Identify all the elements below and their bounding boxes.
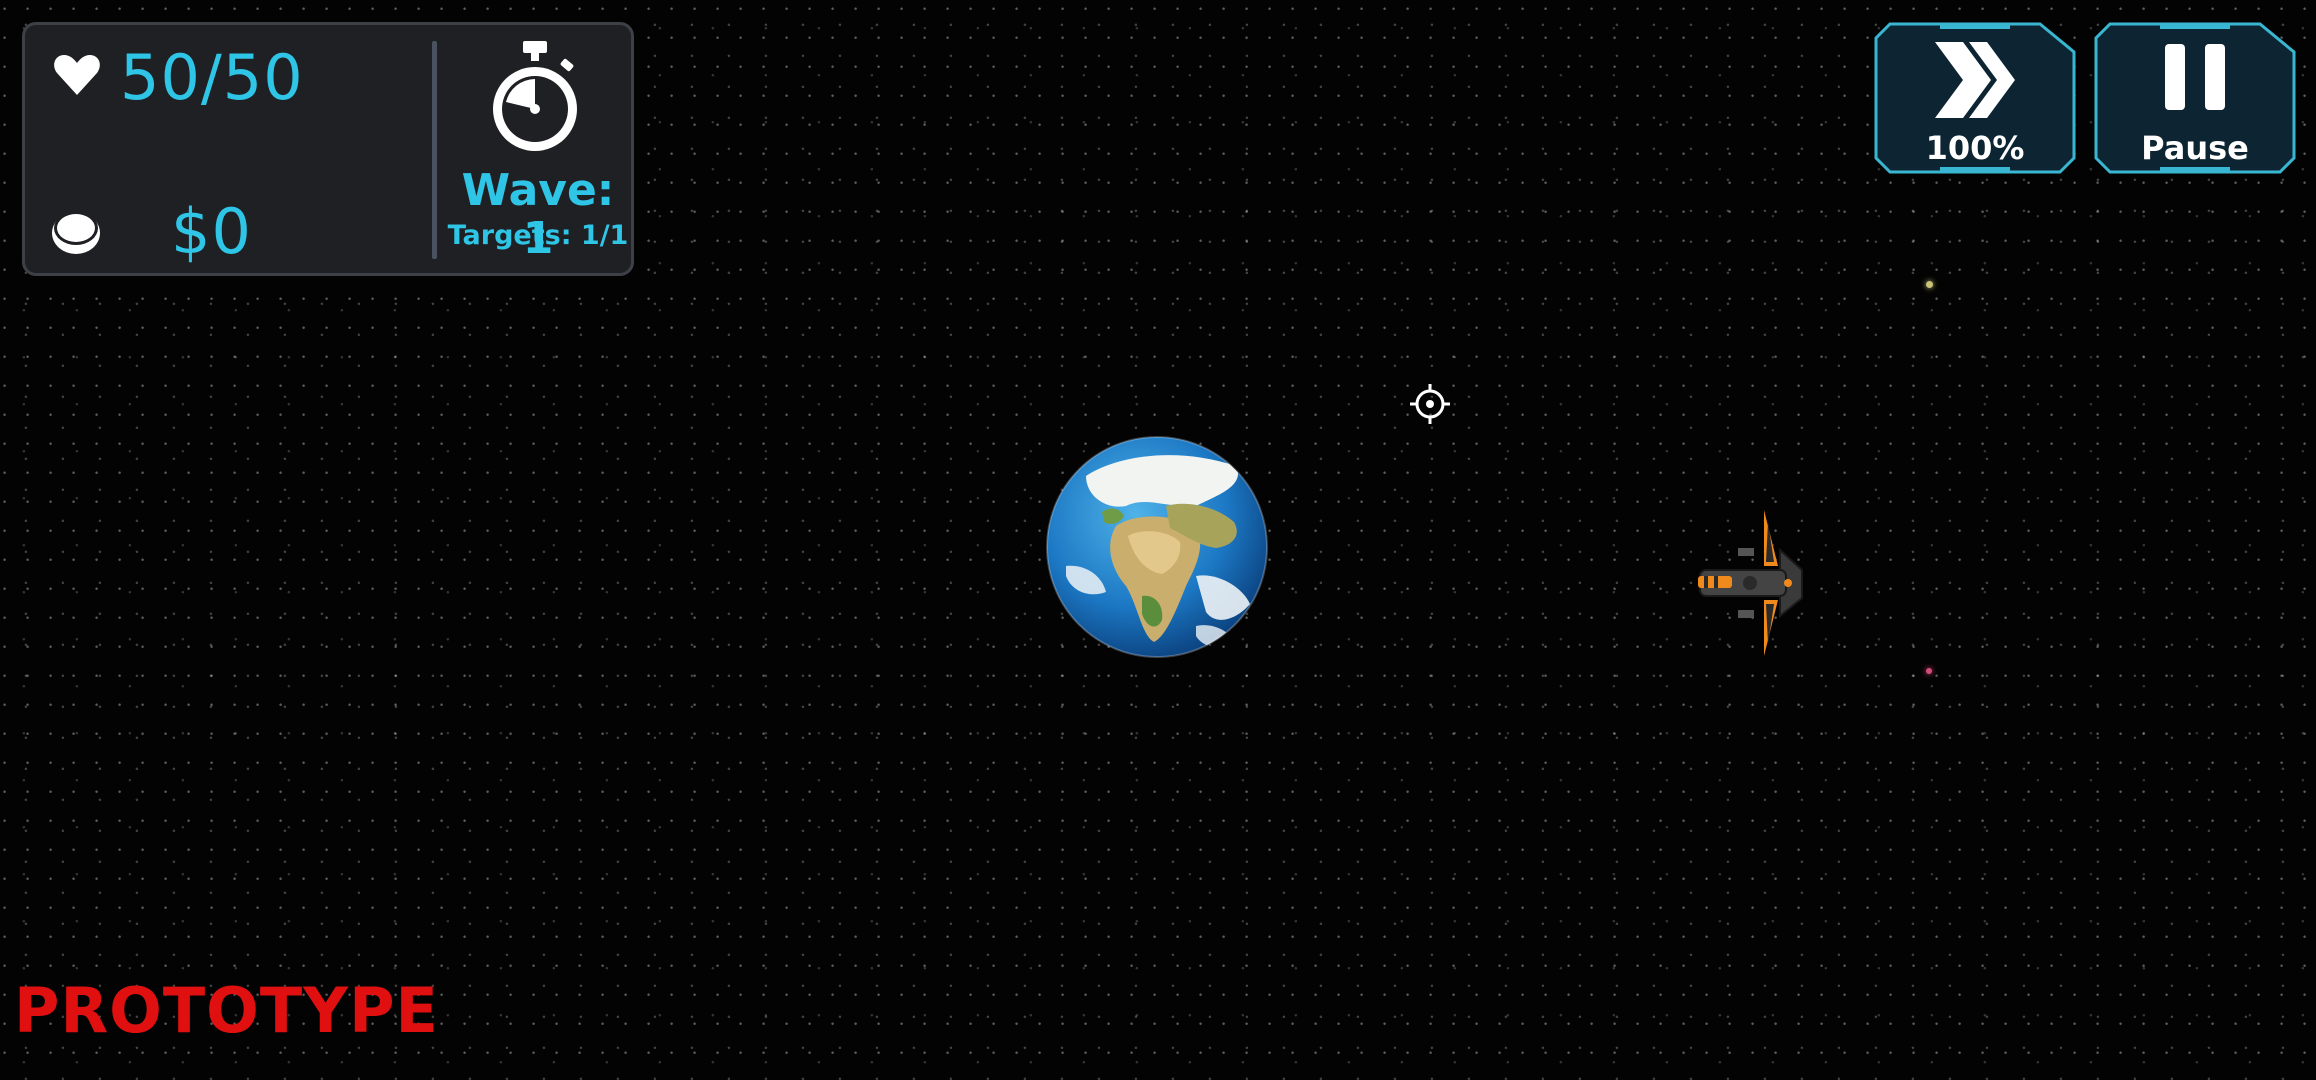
coin-icon — [49, 203, 103, 257]
enemy-spaceship[interactable] — [1694, 506, 1810, 660]
stats-panel: 50/50 $0 Wave: 1 Targets: 1/1 — [22, 22, 634, 276]
game-viewport[interactable]: 50/50 $0 Wave: 1 Targets: 1/1 100% Pause… — [0, 0, 2316, 1080]
speed-button[interactable]: 100% — [1874, 22, 2076, 174]
money-value: $0 — [171, 195, 252, 268]
targets-counter: Targets: 1/1 — [447, 220, 629, 251]
stopwatch-icon — [487, 39, 583, 157]
panel-divider — [432, 41, 437, 259]
speed-label: 100% — [1925, 129, 2025, 167]
pause-icon — [2163, 44, 2227, 114]
prototype-watermark: PROTOTYPE — [14, 974, 439, 1047]
health-value: 50/50 — [120, 41, 304, 114]
pause-label: Pause — [2141, 129, 2249, 167]
earth-planet — [1046, 436, 1268, 658]
crosshair-icon[interactable] — [1410, 384, 1450, 424]
fast-forward-icon — [1927, 38, 2023, 126]
pause-button[interactable]: Pause — [2094, 22, 2296, 174]
distant-star — [1926, 281, 1933, 288]
distant-star — [1926, 668, 1932, 674]
heart-icon — [51, 49, 103, 101]
